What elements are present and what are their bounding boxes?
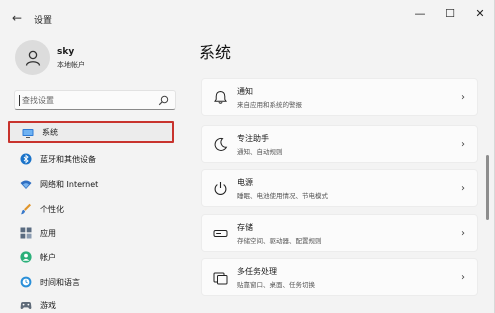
search-icon[interactable]	[158, 95, 169, 106]
storage-icon	[213, 230, 228, 237]
setting-card-power[interactable]: 电源 睡眠、电池使用情况、节电模式 ›	[201, 169, 478, 207]
apps-icon	[20, 227, 32, 239]
settings-window: ← 设置 — ☐ ✕ sky 本地帐户 查找设置 系统 蓝牙和其他设备 网络和 …	[0, 0, 495, 313]
card-subtitle: 通知、自动规则	[237, 148, 283, 156]
clock-globe-icon	[20, 276, 32, 288]
search-box[interactable]: 查找设置	[14, 90, 176, 110]
wifi-icon	[20, 180, 32, 189]
sidebar-item-gaming[interactable]: 游戏	[14, 294, 176, 313]
sidebar-item-label: 游戏	[40, 301, 56, 310]
sidebar-item-label: 时间和语言	[40, 278, 80, 287]
sidebar-item-time-language[interactable]: 时间和语言	[14, 271, 176, 293]
chevron-right-icon: ›	[461, 183, 465, 194]
card-subtitle: 贴靠窗口、桌面、任务切换	[237, 281, 315, 289]
card-title: 存储	[237, 223, 253, 232]
sidebar-item-label: 网络和 Internet	[40, 180, 99, 189]
sidebar-item-apps[interactable]: 应用	[14, 222, 176, 244]
card-subtitle: 来自应用和系统的警报	[237, 101, 302, 109]
avatar[interactable]	[15, 40, 50, 75]
bell-icon	[214, 90, 227, 104]
scrollbar[interactable]	[486, 155, 489, 220]
chevron-right-icon: ›	[461, 139, 465, 150]
moon-icon	[214, 137, 228, 151]
chevron-right-icon: ›	[461, 92, 465, 103]
sidebar-item-system[interactable]: 系统	[8, 121, 174, 143]
window-title: 设置	[34, 16, 53, 26]
search-input[interactable]: 查找设置	[22, 95, 54, 106]
chevron-right-icon: ›	[461, 272, 465, 283]
card-title: 专注助手	[237, 134, 269, 143]
power-icon	[214, 182, 227, 195]
person-icon	[25, 50, 40, 66]
gamepad-icon	[20, 302, 32, 309]
brush-icon	[21, 203, 31, 215]
sidebar-item-label: 系统	[42, 128, 58, 137]
settings-list: 通知 来自应用和系统的警报 › 专注助手 通知、自动规则 › 电源 睡眠、电池使…	[201, 68, 478, 313]
setting-card-multitasking[interactable]: 多任务处理 贴靠窗口、桌面、任务切换 ›	[201, 258, 478, 296]
back-button[interactable]: ←	[10, 11, 24, 25]
user-name: sky	[57, 47, 75, 57]
maximize-button[interactable]: ☐	[436, 6, 464, 22]
card-title: 多任务处理	[237, 267, 277, 276]
close-button[interactable]: ✕	[466, 6, 494, 22]
bluetooth-icon	[20, 153, 32, 165]
user-account-type: 本地帐户	[57, 61, 85, 69]
card-title: 通知	[237, 87, 253, 96]
card-subtitle: 存储空间、驱动器、配置规则	[237, 237, 322, 245]
sidebar-item-bluetooth[interactable]: 蓝牙和其他设备	[14, 148, 176, 170]
minimize-button[interactable]: —	[406, 6, 434, 22]
monitor-icon	[22, 129, 34, 138]
setting-card-storage[interactable]: 存储 存储空间、驱动器、配置规则 ›	[201, 214, 478, 252]
sidebar-item-label: 应用	[40, 229, 56, 238]
sidebar-item-network[interactable]: 网络和 Internet	[14, 173, 176, 195]
sidebar-item-accounts[interactable]: 帐户	[14, 246, 176, 268]
text-caret	[19, 95, 20, 106]
card-subtitle: 睡眠、电池使用情况、节电模式	[237, 192, 328, 200]
setting-card-focus-assist[interactable]: 专注助手 通知、自动规则 ›	[201, 125, 478, 163]
sidebar-item-label: 蓝牙和其他设备	[40, 155, 96, 164]
setting-card-notifications[interactable]: 通知 来自应用和系统的警报 ›	[201, 78, 478, 116]
sidebar-item-label: 帐户	[40, 253, 56, 262]
sidebar-item-label: 个性化	[40, 205, 64, 214]
page-title: 系统	[199, 43, 232, 62]
sidebar-item-personalization[interactable]: 个性化	[14, 198, 176, 220]
chevron-right-icon: ›	[461, 228, 465, 239]
card-title: 电源	[237, 178, 253, 187]
title-bar: ← 设置 — ☐ ✕	[0, 0, 494, 36]
multitask-icon	[213, 272, 228, 285]
account-icon	[20, 251, 32, 263]
